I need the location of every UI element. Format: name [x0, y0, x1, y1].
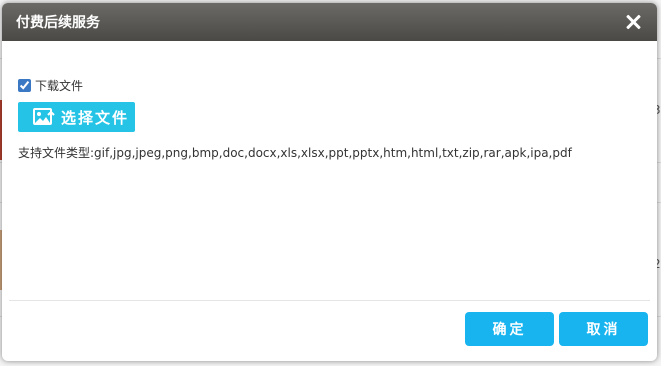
dialog-footer: 确定 取消	[465, 312, 648, 346]
close-icon[interactable]	[625, 13, 643, 31]
dialog-body: 下载文件 选择文件 支持文件类型:gif,jpg,jpeg,png,bmp,do…	[2, 41, 657, 301]
image-upload-icon	[33, 108, 55, 125]
supported-file-types: 支持文件类型:gif,jpg,jpeg,png,bmp,doc,docx,xls…	[18, 146, 572, 160]
select-file-button[interactable]: 选择文件	[18, 102, 135, 132]
dialog-titlebar: 付费后续服务	[2, 3, 657, 41]
footer-divider	[9, 300, 650, 301]
download-file-label: 下载文件	[35, 79, 84, 93]
dialog-title: 付费后续服务	[16, 15, 100, 31]
cancel-button[interactable]: 取消	[559, 312, 648, 346]
download-file-option[interactable]: 下载文件	[18, 77, 643, 94]
paid-service-dialog: 付费后续服务 下载文件 选择文件 支持文件类型:gif,jpg,jpeg,png…	[2, 3, 657, 361]
download-file-checkbox[interactable]	[18, 79, 31, 92]
select-file-label: 选择文件	[61, 108, 130, 127]
confirm-button[interactable]: 确定	[465, 312, 554, 346]
